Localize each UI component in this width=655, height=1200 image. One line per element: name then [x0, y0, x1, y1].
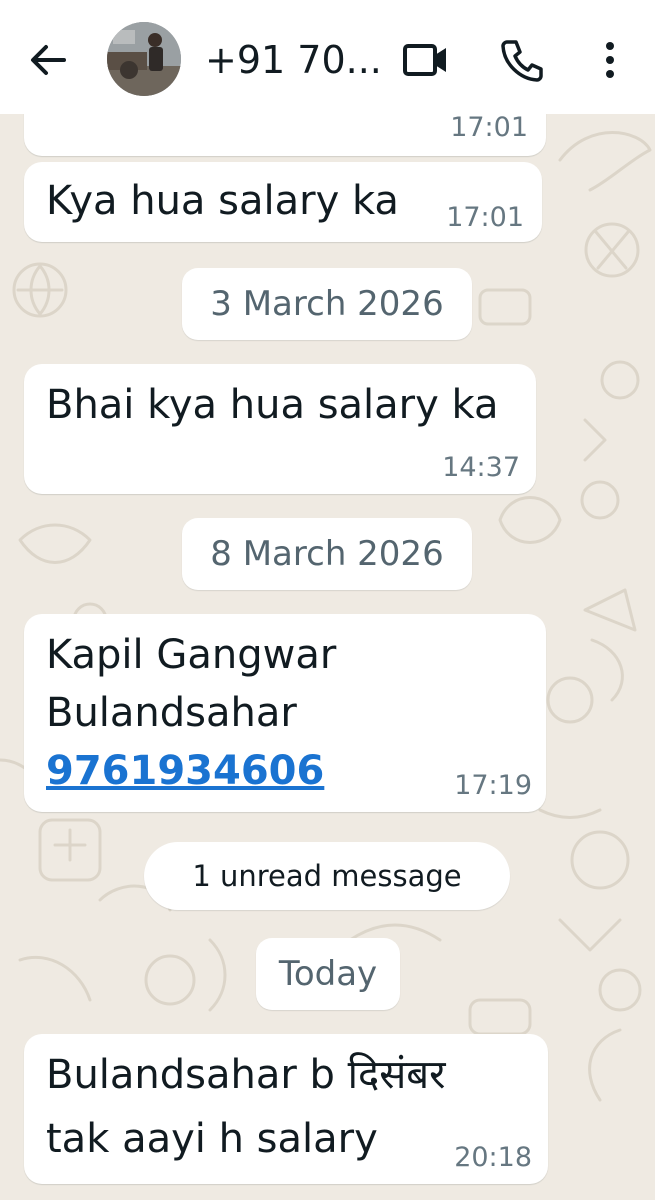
unread-messages-banner: 1 unread message	[144, 842, 510, 910]
message-text: Bhai kya hua salary ka	[46, 382, 499, 428]
voice-call-button[interactable]	[496, 34, 548, 86]
message-bubble[interactable]: Bulandsahar b दिसंबर tak aayi h salary 2…	[24, 1034, 548, 1184]
arrow-left-icon	[31, 45, 66, 75]
date-divider: 8 March 2026	[182, 518, 472, 590]
message-text-line: tak aayi h salary	[46, 1116, 378, 1162]
message-text-line: Bulandsahar	[46, 690, 297, 736]
message-bubble[interactable]: Kapil Gangwar Bulandsahar 9761934606 17:…	[24, 614, 546, 812]
more-options-button[interactable]	[590, 36, 630, 84]
phone-icon	[501, 40, 543, 82]
message-bubble[interactable]: Bhai kya hua salary ka 14:37	[24, 364, 536, 494]
date-divider: Today	[256, 938, 400, 1010]
message-time: 14:37	[442, 452, 520, 483]
video-call-button[interactable]	[400, 38, 450, 82]
message-text-line: Bulandsahar b दिसंबर	[46, 1052, 446, 1098]
message-text-line: Kapil Gangwar	[46, 632, 337, 678]
video-camera-icon	[403, 44, 446, 76]
message-bubble[interactable]: Kya hua salary ka 17:01	[24, 162, 542, 242]
contact-name[interactable]: +91 70...	[205, 38, 382, 82]
message-time: 17:01	[450, 112, 528, 143]
contact-photo	[107, 22, 181, 96]
phone-number-link[interactable]: 9761934606	[46, 742, 324, 800]
message-time: 17:19	[454, 770, 532, 801]
vertical-dots-icon	[606, 42, 614, 78]
date-divider: 3 March 2026	[182, 268, 472, 340]
message-text: Kya hua salary ka	[46, 178, 399, 224]
back-button[interactable]	[22, 34, 74, 86]
avatar[interactable]	[107, 22, 181, 96]
message-time: 20:18	[454, 1142, 532, 1173]
message-time: 17:01	[446, 202, 524, 233]
chat-header: +91 70...	[0, 0, 655, 114]
